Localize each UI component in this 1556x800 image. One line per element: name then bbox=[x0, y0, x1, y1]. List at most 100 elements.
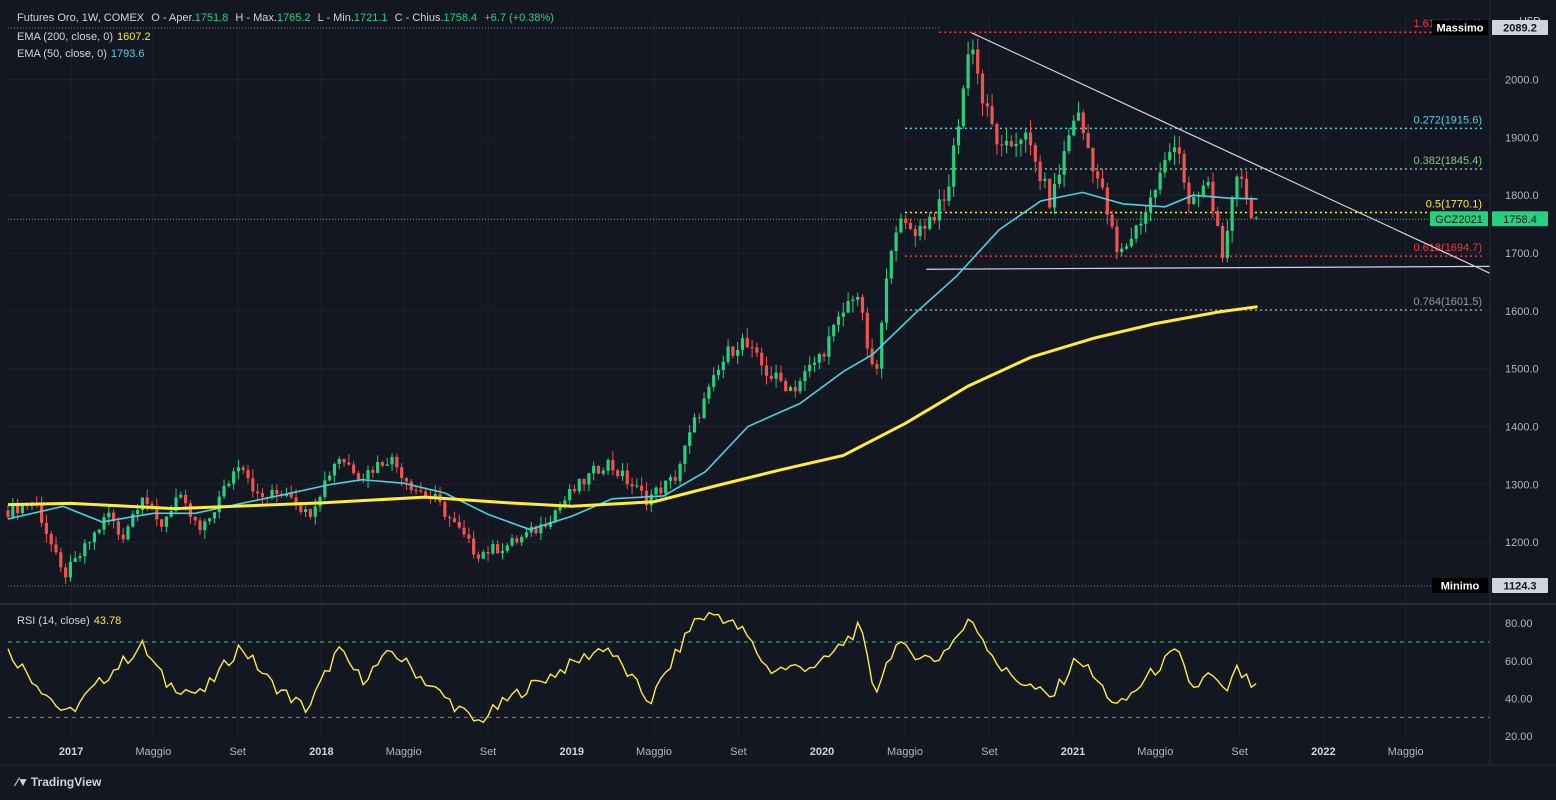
candle bbox=[59, 552, 63, 568]
candle bbox=[323, 480, 327, 497]
candle bbox=[1201, 185, 1205, 196]
last-price-tag: 1758.4 bbox=[1503, 214, 1537, 226]
candle bbox=[1148, 197, 1153, 213]
tv-logo-icon: ⁄▼ bbox=[16, 775, 29, 789]
candle bbox=[846, 301, 850, 313]
candle bbox=[1168, 151, 1172, 160]
candle bbox=[1254, 217, 1258, 219]
legend-high: 1765.2 bbox=[276, 12, 311, 24]
candle bbox=[275, 489, 279, 494]
fib-label: 0.618(1694.7) bbox=[1414, 242, 1483, 254]
legend-ema200-value: 1607.2 bbox=[117, 31, 151, 43]
candle bbox=[260, 493, 265, 497]
x-tick-label: Set bbox=[480, 746, 497, 758]
candle bbox=[395, 456, 399, 468]
fib-label: 0.382(1845.4) bbox=[1414, 155, 1483, 167]
candle bbox=[457, 521, 461, 528]
candle bbox=[822, 354, 826, 357]
candle bbox=[1230, 197, 1234, 231]
candle bbox=[299, 504, 303, 513]
candle bbox=[246, 469, 250, 479]
legend-ema50-value: 1793.6 bbox=[110, 48, 145, 60]
candle bbox=[740, 338, 745, 350]
candle bbox=[1096, 171, 1100, 179]
tradingview-logo[interactable]: ⁄▼ TradingView bbox=[16, 775, 101, 789]
candle bbox=[1048, 178, 1052, 208]
candle bbox=[337, 459, 341, 464]
candle bbox=[462, 527, 466, 535]
candle bbox=[486, 552, 490, 554]
candle bbox=[755, 347, 759, 353]
candle bbox=[1172, 147, 1177, 152]
candle bbox=[356, 473, 361, 480]
candle bbox=[568, 488, 572, 501]
candle bbox=[332, 463, 337, 476]
candle bbox=[966, 54, 970, 89]
price-chart[interactable]: 1.618(2081.9)0.272(1915.6)0.382(1845.4)0… bbox=[0, 0, 1556, 800]
candle bbox=[1019, 139, 1023, 144]
x-tick-label: 2017 bbox=[59, 746, 83, 758]
brand-name: TradingView bbox=[30, 775, 102, 789]
candle bbox=[208, 518, 212, 522]
fib-label: 0.272(1915.6) bbox=[1414, 114, 1483, 126]
candle bbox=[524, 532, 529, 537]
legend-title: Futures Oro, 1W, COMEX bbox=[17, 12, 145, 24]
y-tick-label: 1300.0 bbox=[1505, 479, 1539, 491]
candle bbox=[1249, 199, 1253, 219]
candle bbox=[1192, 196, 1196, 204]
candle bbox=[1086, 133, 1090, 148]
candle bbox=[366, 470, 370, 479]
symbol-tag: GCZ2021 bbox=[1435, 214, 1483, 226]
candle bbox=[923, 225, 927, 229]
candle bbox=[227, 483, 231, 487]
fib-label: 0.5(1770.1) bbox=[1426, 199, 1482, 211]
y-tick-label: 1900.0 bbox=[1505, 132, 1539, 144]
candle bbox=[553, 510, 557, 522]
candle bbox=[241, 467, 245, 470]
candle bbox=[980, 73, 985, 104]
candle bbox=[505, 545, 509, 551]
candle bbox=[601, 470, 605, 474]
candle bbox=[49, 533, 53, 545]
candle bbox=[784, 380, 788, 392]
candle bbox=[947, 186, 951, 201]
legend-rsi[interactable]: RSI (14, close) 43.78 bbox=[17, 615, 125, 627]
candle bbox=[889, 251, 893, 279]
candle bbox=[164, 516, 169, 527]
candle bbox=[44, 522, 49, 534]
candle bbox=[952, 145, 956, 187]
candle bbox=[1134, 225, 1138, 239]
candle bbox=[496, 543, 500, 554]
legend-ema50[interactable]: EMA (50, close, 0) 1793.6 bbox=[17, 48, 149, 60]
candle bbox=[1158, 172, 1162, 190]
candle bbox=[467, 534, 471, 539]
candle bbox=[256, 491, 260, 494]
candle bbox=[371, 470, 375, 473]
candle bbox=[769, 375, 773, 379]
candle bbox=[1182, 153, 1186, 183]
candle bbox=[841, 312, 845, 317]
candle bbox=[88, 542, 92, 544]
legend-low: 1721.1 bbox=[353, 12, 388, 24]
candle bbox=[1163, 159, 1167, 173]
candle bbox=[736, 349, 740, 356]
candle bbox=[932, 216, 937, 221]
candle bbox=[928, 216, 932, 229]
min-tag: Minimo bbox=[1441, 580, 1480, 592]
candle bbox=[328, 475, 332, 481]
x-tick-label: Maggio bbox=[887, 746, 923, 758]
candle bbox=[1187, 182, 1191, 204]
candle bbox=[1129, 238, 1133, 247]
candle bbox=[107, 512, 111, 517]
legend-ema200[interactable]: EMA (200, close, 0) 1607.2 bbox=[17, 31, 155, 43]
candle bbox=[419, 490, 423, 492]
candle bbox=[630, 484, 634, 487]
candle bbox=[448, 516, 452, 519]
candle bbox=[956, 126, 961, 146]
x-tick-label: Maggio bbox=[1388, 746, 1424, 758]
candle bbox=[342, 459, 346, 463]
candle bbox=[193, 516, 197, 521]
candle bbox=[500, 550, 505, 554]
candle bbox=[347, 462, 351, 465]
candle bbox=[188, 503, 193, 517]
